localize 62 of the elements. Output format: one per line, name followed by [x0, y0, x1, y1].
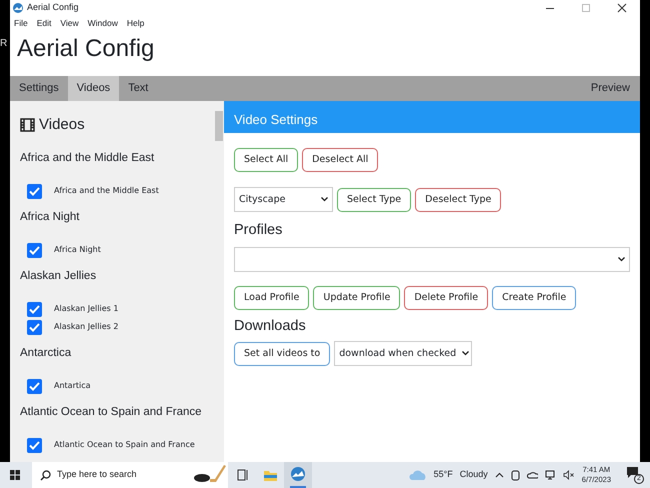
checkbox-label: Alaskan Jellies 2: [54, 321, 118, 333]
button[interactable]: Deselect All: [302, 148, 378, 172]
menu-item[interactable]: View: [60, 17, 79, 29]
group-title: Africa and the Middle East: [20, 151, 156, 165]
checkbox-label: Antartica: [54, 380, 91, 392]
checkbox[interactable]: [27, 438, 42, 452]
scrollbar[interactable]: [214, 101, 224, 462]
button[interactable]: Update Profile: [313, 286, 400, 310]
caret-icon: [462, 351, 470, 356]
sidebar-heading: Videos: [39, 114, 85, 135]
button[interactable]: Load Profile: [234, 286, 310, 310]
checkbox[interactable]: [27, 242, 42, 258]
checkbox[interactable]: [27, 302, 42, 316]
menu-item[interactable]: Window: [88, 17, 118, 29]
section-heading: Profiles: [234, 222, 284, 240]
app-taskbar-icon[interactable]: [284, 462, 312, 488]
button[interactable]: Create Profile: [492, 286, 576, 310]
section-heading: Downloads: [234, 318, 307, 336]
desktop-icon-label: R: [0, 37, 8, 51]
button[interactable]: Deselect Type: [415, 188, 502, 212]
menu-item[interactable]: Edit: [36, 17, 52, 29]
panel-header: Video Settings: [224, 101, 640, 133]
group-title: Atlantic Ocean to Spain and France: [20, 405, 203, 419]
button[interactable]: Select Type: [337, 188, 412, 212]
menu-item[interactable]: Help: [126, 17, 144, 29]
checkbox[interactable]: [27, 320, 42, 334]
tab[interactable]: Text: [119, 76, 158, 101]
app-icon: [13, 2, 23, 12]
checkbox-label: Africa Night: [54, 244, 101, 256]
checkbox[interactable]: [27, 184, 42, 198]
caret-icon: [618, 256, 625, 262]
weather-text: Cloudy: [460, 468, 488, 482]
type-dropdown[interactable]: Cityscape: [234, 187, 333, 212]
tray-app-icon[interactable]: [510, 470, 520, 480]
weather-temperature: 55°F: [434, 468, 453, 482]
button[interactable]: Delete Profile: [404, 286, 488, 310]
cloud-icon: [408, 470, 427, 480]
download-dropdown[interactable]: download when checked: [334, 341, 472, 366]
caret-icon: [321, 197, 328, 202]
speaker-muted-icon[interactable]: [562, 470, 575, 480]
search-field[interactable]: Type here to search: [32, 462, 228, 488]
film-icon: [20, 118, 35, 132]
checkbox-label: Atlantic Ocean to Spain and France: [54, 439, 195, 451]
cloud-outline-icon[interactable]: [526, 471, 538, 479]
network-icon[interactable]: [544, 470, 556, 480]
chevron-up-icon[interactable]: [494, 472, 504, 478]
button[interactable]: Set all videos to: [234, 342, 330, 366]
menu-item[interactable]: File: [14, 17, 28, 29]
tab[interactable]: Preview: [582, 76, 640, 101]
search-icon: [40, 470, 51, 480]
tab[interactable]: Settings: [10, 76, 68, 101]
group-title: Alaskan Jellies: [20, 269, 98, 283]
tab[interactable]: Videos: [68, 76, 120, 101]
checkbox[interactable]: [27, 378, 42, 394]
window-title: Aerial Config: [27, 0, 79, 14]
app-title: Aerial Config: [16, 34, 156, 64]
checkbox-label: Africa and the Middle East: [54, 185, 159, 197]
button[interactable]: Select All: [234, 148, 298, 172]
notification-icon: [626, 466, 639, 480]
group-title: Africa Night: [20, 210, 80, 224]
group-title: Antarctica: [20, 346, 72, 360]
checkbox-label: Alaskan Jellies 1: [54, 303, 118, 315]
